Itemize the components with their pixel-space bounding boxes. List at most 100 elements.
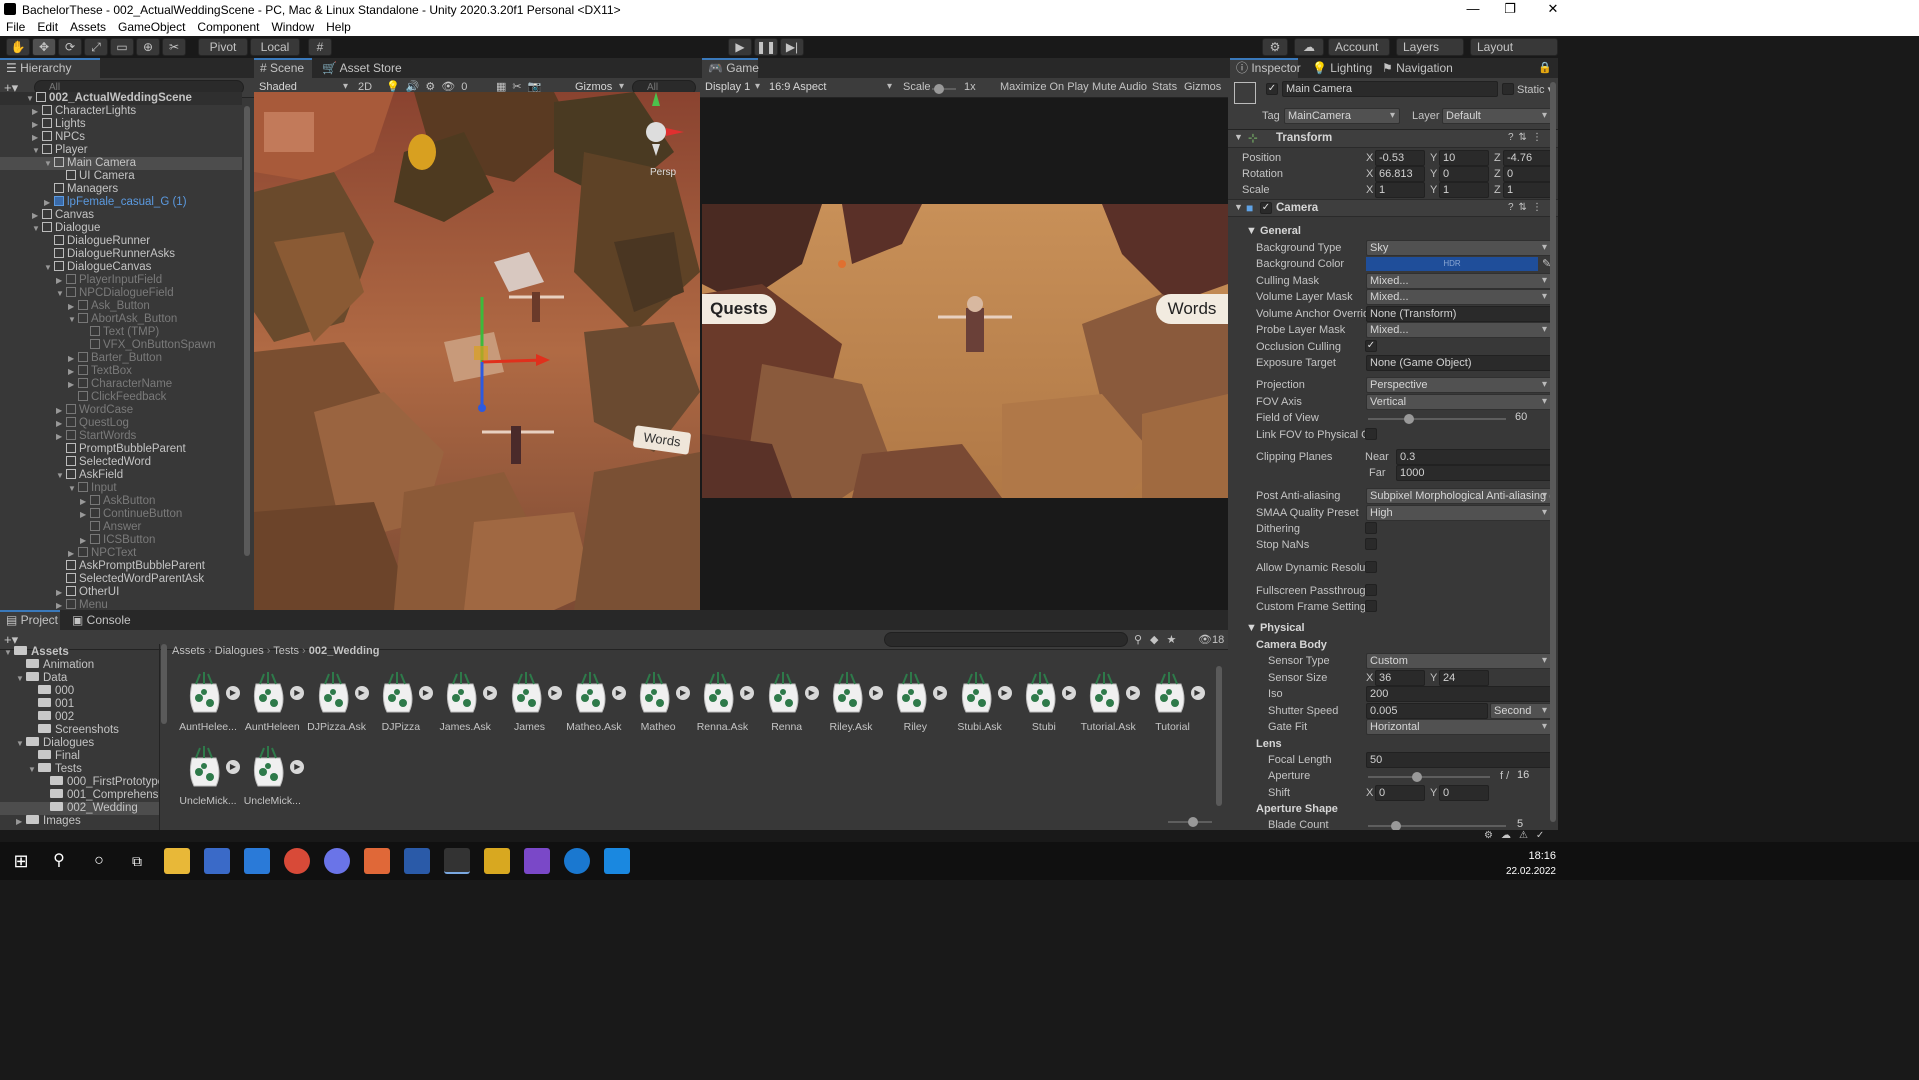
tab-navigation[interactable]: ⚑ Navigation <box>1376 58 1459 78</box>
project-folder-item[interactable]: Screenshots <box>0 724 159 737</box>
shutter-unit-dropdown[interactable]: Second <box>1490 703 1552 719</box>
project-folder-item[interactable]: ▶ Images <box>0 815 159 828</box>
expand-arrow-icon[interactable]: ▼ <box>44 261 54 274</box>
hierarchy-item[interactable]: ▼ AskField <box>0 469 242 482</box>
hierarchy-item[interactable]: ▶ Lights <box>0 118 242 131</box>
hierarchy-item[interactable]: ▼ DialogueCanvas <box>0 261 242 274</box>
asset-item[interactable]: ▶ Stubi.Ask <box>948 666 1012 740</box>
expand-arrow-icon[interactable]: ▶ <box>68 547 78 560</box>
play-icon[interactable]: ▶ <box>1126 686 1141 700</box>
project-folder-item[interactable]: ▼ Data <box>0 672 159 685</box>
hierarchy-item[interactable]: ▶ Barter_Button <box>0 352 242 365</box>
breadcrumb-item[interactable]: Tests <box>273 645 299 657</box>
expand-arrow-icon[interactable]: ▼ <box>26 92 36 105</box>
hierarchy-item[interactable]: DialogueRunner <box>0 235 242 248</box>
play-icon[interactable]: ▶ <box>226 686 240 700</box>
expand-arrow-icon[interactable]: ▶ <box>68 300 78 313</box>
projection-dropdown[interactable]: Perspective <box>1366 377 1552 393</box>
tab-asset-store[interactable]: 🛒 Asset Store <box>316 58 408 78</box>
hierarchy-item[interactable]: ▼ NPCDialogueField <box>0 287 242 300</box>
exposure-target-field[interactable]: None (Game Object) <box>1366 355 1552 371</box>
asset-item[interactable]: ▶ Riley <box>883 666 948 740</box>
hierarchy-item[interactable]: ▼ Main Camera <box>0 157 242 170</box>
culling-mask-dropdown[interactable]: Mixed... <box>1366 273 1552 289</box>
asset-item[interactable]: ▶ Riley.Ask <box>819 666 883 740</box>
post-aa-dropdown[interactable]: Subpixel Morphological Anti-aliasing (SM… <box>1366 488 1552 504</box>
play-icon[interactable]: ▶ <box>933 686 948 700</box>
hierarchy-item[interactable]: ▼ Dialogue <box>0 222 242 235</box>
shift-y-field[interactable]: 0 <box>1439 785 1489 801</box>
asset-item[interactable]: ▶ DJPizza <box>369 666 433 740</box>
play-icon[interactable]: ▶ <box>611 686 626 700</box>
fov-value[interactable]: 60 <box>1512 410 1552 426</box>
occlusion-culling-checkbox[interactable]: ✓ <box>1365 340 1377 352</box>
layout-dropdown[interactable]: Layout <box>1470 38 1558 56</box>
fullscreen-pass-checkbox[interactable] <box>1365 584 1377 596</box>
breadcrumb-item[interactable]: Dialogues <box>215 645 264 657</box>
hierarchy-item[interactable]: ▶ TextBox <box>0 365 242 378</box>
menu-edit[interactable]: Edit <box>31 18 64 36</box>
hierarchy-item[interactable]: UI Camera <box>0 170 242 183</box>
icon-size-slider[interactable] <box>1168 817 1212 827</box>
focal-length-field[interactable]: 50 <box>1366 752 1552 768</box>
project-folder-item[interactable]: Final <box>0 750 159 763</box>
asset-item[interactable]: ▶ AuntHeleen <box>240 666 305 740</box>
status-icons[interactable]: ⚙☁⚠✓ <box>1484 830 1552 841</box>
expand-arrow-icon[interactable]: ▶ <box>68 352 78 365</box>
inspector-scrollbar[interactable] <box>1550 82 1556 822</box>
play-button[interactable]: ▶ <box>728 38 752 56</box>
scale-z-field[interactable]: 1 <box>1503 182 1553 198</box>
hierarchy-item[interactable]: ▶ lpFemale_casual_G (1) <box>0 196 242 209</box>
menu-assets[interactable]: Assets <box>64 18 112 36</box>
hierarchy-item[interactable]: ▼ AbortAsk_Button <box>0 313 242 326</box>
rotation-z-field[interactable]: 0 <box>1503 166 1553 182</box>
transform-tool-icon[interactable]: ⊕ <box>136 38 160 56</box>
play-icon[interactable]: ▶ <box>290 760 305 774</box>
expand-arrow-icon[interactable]: ▼ <box>56 287 66 300</box>
task-view-icon[interactable]: ⧉ <box>124 848 150 874</box>
expand-arrow-icon[interactable]: ▶ <box>44 196 54 209</box>
play-icon[interactable]: ▶ <box>1061 686 1076 700</box>
stop-nans-checkbox[interactable] <box>1365 538 1377 550</box>
hierarchy-item[interactable]: SelectedWordParentAsk <box>0 573 242 586</box>
fov-slider[interactable] <box>1368 414 1506 424</box>
expand-arrow-icon[interactable]: ▶ <box>56 417 66 430</box>
perspective-label[interactable]: Persp <box>650 167 676 178</box>
expand-arrow-icon[interactable]: ▼ <box>16 737 26 750</box>
game-gizmos-toggle[interactable]: Gizmos <box>1184 81 1221 93</box>
edge-icon[interactable] <box>564 848 590 874</box>
hierarchy-item[interactable]: DialogueRunnerAsks <box>0 248 242 261</box>
hierarchy-item[interactable]: ▶ PlayerInputField <box>0 274 242 287</box>
expand-arrow-icon[interactable]: ▶ <box>32 209 42 222</box>
position-x-field[interactable]: -0.53 <box>1375 150 1425 166</box>
hierarchy-item[interactable]: ▼ 002_ActualWeddingScene <box>0 92 242 105</box>
expand-arrow-icon[interactable]: ▼ <box>68 313 78 326</box>
hierarchy-item[interactable]: ▶ NPCText <box>0 547 242 560</box>
hierarchy-item[interactable]: ▶ NPCs <box>0 131 242 144</box>
maximize-button[interactable]: ❐ <box>1487 0 1533 18</box>
menu-file[interactable]: File <box>0 18 31 36</box>
tab-inspector[interactable]: ⓘ Inspector <box>1230 58 1301 78</box>
project-folder-item[interactable]: Animation <box>0 659 159 672</box>
tab-console[interactable]: ▣ Console <box>66 610 137 630</box>
sensor-type-dropdown[interactable]: Custom <box>1366 653 1552 669</box>
maximize-on-play-toggle[interactable]: Maximize On Play <box>1000 81 1089 93</box>
search-icon[interactable]: ⚲ <box>46 848 72 874</box>
static-dropdown[interactable]: Static ▾ <box>1517 83 1553 96</box>
chrome-icon[interactable] <box>284 848 310 874</box>
iso-field[interactable]: 200 <box>1366 686 1552 702</box>
project-folder-item[interactable]: ▼ Assets <box>0 646 159 659</box>
project-folder-item[interactable]: 002_Wedding <box>0 802 159 815</box>
camera-header[interactable]: ▼ ■ ✓ Camera ?⇅⋮ <box>1228 199 1558 217</box>
object-active-checkbox[interactable]: ✓ <box>1266 83 1278 95</box>
hierarchy-item[interactable]: ▶ AskButton <box>0 495 242 508</box>
grid-snap-icon[interactable]: # <box>308 38 332 56</box>
display-dropdown[interactable]: Display 1 <box>702 80 764 96</box>
step-button[interactable]: ▶| <box>780 38 804 56</box>
play-icon[interactable]: ▶ <box>997 686 1012 700</box>
word-icon[interactable] <box>404 848 430 874</box>
pause-button[interactable]: ❚❚ <box>754 38 778 56</box>
hierarchy-item[interactable]: Text (TMP) <box>0 326 242 339</box>
expand-arrow-icon[interactable]: ▼ <box>28 763 38 776</box>
camera-menu-icon[interactable]: ?⇅⋮ <box>1508 202 1547 213</box>
